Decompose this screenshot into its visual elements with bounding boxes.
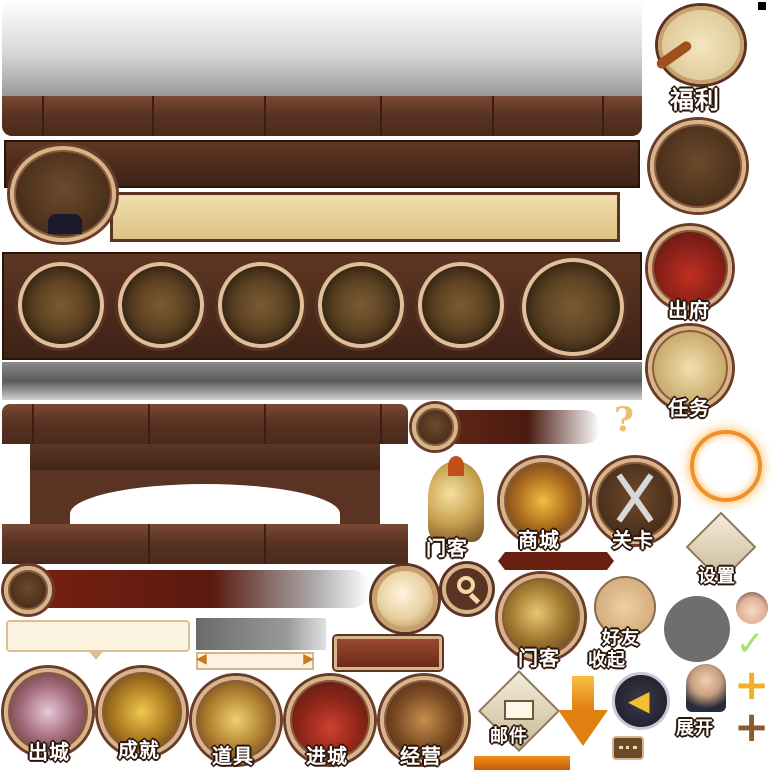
orange-strip bbox=[474, 756, 570, 770]
shop-label: 商城 bbox=[518, 528, 560, 552]
pavilion-floor bbox=[2, 524, 408, 564]
achievement-label: 成就 bbox=[118, 738, 160, 762]
fog-strip bbox=[2, 362, 642, 400]
welfare-button[interactable]: 福利 bbox=[648, 6, 748, 114]
check-icon: ✓ bbox=[736, 624, 765, 664]
arrow-right-icon[interactable]: ▶ bbox=[303, 651, 314, 667]
gray-placeholder-circle bbox=[664, 596, 730, 662]
retainer-button-1[interactable]: 门客 bbox=[418, 456, 498, 560]
shop-button[interactable]: 商城 bbox=[500, 458, 588, 552]
top-roof-bar bbox=[2, 96, 642, 136]
long-progress-orb bbox=[4, 566, 52, 614]
chat-bubble-icon[interactable] bbox=[612, 736, 644, 760]
back-chevron-icon: ◀ bbox=[628, 684, 650, 717]
task-label: 任务 bbox=[668, 396, 710, 420]
settings-button[interactable]: 设置 bbox=[685, 511, 757, 587]
achievement-button[interactable]: 成就 bbox=[98, 668, 188, 768]
girl-avatar-icon bbox=[736, 592, 768, 624]
stage-button[interactable]: 关卡 bbox=[592, 458, 680, 552]
pavilion-frame bbox=[2, 404, 408, 564]
manage-label: 经营 bbox=[400, 744, 442, 768]
ribbon-banner bbox=[498, 552, 614, 570]
leave-city-button[interactable]: 出城 bbox=[4, 668, 94, 768]
search-button[interactable] bbox=[442, 564, 492, 614]
top-right-marker bbox=[758, 2, 766, 10]
pavilion-arch bbox=[30, 470, 380, 544]
glow-ring-icon bbox=[690, 430, 762, 502]
expand-label: 展开 bbox=[676, 718, 714, 739]
empty-round-frame[interactable] bbox=[650, 120, 746, 212]
man-avatar-icon bbox=[686, 664, 726, 712]
collapse-label[interactable]: 收起 bbox=[588, 646, 626, 672]
tooltip-tail bbox=[88, 650, 104, 660]
task-button[interactable]: 任务 bbox=[648, 326, 736, 420]
player-info-parchment bbox=[110, 192, 620, 242]
search-icon bbox=[457, 576, 475, 594]
player-avatar-frame[interactable] bbox=[10, 146, 116, 242]
plus-gold-icon[interactable]: + bbox=[734, 664, 769, 706]
retainer-button-2[interactable]: 门客 bbox=[496, 574, 588, 670]
plus-brown-icon[interactable]: + bbox=[734, 706, 769, 748]
item-slot-4[interactable] bbox=[318, 262, 404, 348]
plume-icon bbox=[448, 456, 464, 476]
enter-city-button[interactable]: 进城 bbox=[286, 676, 378, 768]
welfare-drum-icon bbox=[658, 6, 744, 84]
gray-input-field[interactable] bbox=[196, 618, 326, 650]
welfare-label: 福利 bbox=[670, 85, 720, 114]
item-slot-6[interactable] bbox=[522, 258, 624, 356]
avatar-silhouette bbox=[48, 214, 82, 234]
items-button[interactable]: 道具 bbox=[192, 676, 284, 768]
item-slot-5[interactable] bbox=[418, 262, 504, 348]
retainer-label-2: 门客 bbox=[518, 646, 560, 670]
gold-round-button[interactable] bbox=[372, 566, 438, 632]
manage-button[interactable]: 经营 bbox=[380, 676, 472, 768]
expand-button[interactable]: 展开 bbox=[676, 664, 734, 744]
arrow-left-icon[interactable]: ◀ bbox=[196, 651, 207, 667]
leave-mansion-label: 出府 bbox=[668, 298, 710, 322]
back-button[interactable]: ◀ bbox=[612, 672, 670, 730]
tooltip-box bbox=[6, 620, 190, 652]
wood-plaque-button[interactable] bbox=[334, 636, 442, 670]
leave-city-label: 出城 bbox=[28, 740, 70, 764]
exp-orb bbox=[412, 404, 458, 450]
long-progress-bar bbox=[20, 570, 370, 608]
mail-label: 邮件 bbox=[490, 726, 528, 747]
stage-label: 关卡 bbox=[612, 528, 654, 552]
pavilion-roof bbox=[2, 404, 408, 444]
friends-button[interactable]: 好友 收起 bbox=[588, 574, 662, 671]
retainer-label-1: 门客 bbox=[426, 536, 468, 560]
settings-label: 设置 bbox=[698, 566, 736, 587]
enter-city-label: 进城 bbox=[306, 744, 348, 768]
mail-button[interactable]: 邮件 bbox=[476, 669, 566, 756]
items-label: 道具 bbox=[212, 744, 254, 768]
arrow-selector[interactable]: ◀ ▶ bbox=[196, 651, 314, 670]
item-slot-2[interactable] bbox=[118, 262, 204, 348]
leave-mansion-button[interactable]: 出府 bbox=[648, 226, 736, 322]
question-icon: ? bbox=[614, 400, 634, 440]
item-slot-1[interactable] bbox=[18, 262, 104, 348]
item-slot-3[interactable] bbox=[218, 262, 304, 348]
down-arrow-icon[interactable] bbox=[556, 676, 610, 750]
top-fog-gradient bbox=[2, 0, 642, 96]
envelope-icon bbox=[504, 700, 534, 720]
